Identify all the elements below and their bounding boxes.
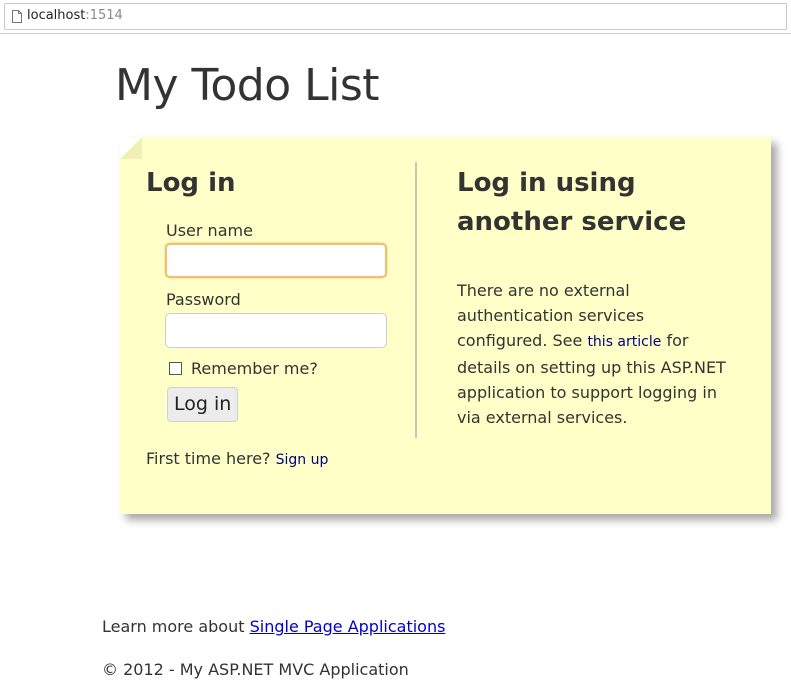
signup-link[interactable]: Sign up [276,452,329,468]
external-services-text: There are no external authentication ser… [457,278,737,430]
url-port: :1514 [85,8,123,23]
url-host: localhost [27,8,86,23]
section-divider [415,162,417,438]
external-login-heading: Log in using another service [457,168,687,237]
password-input[interactable] [165,313,387,348]
username-input[interactable] [165,243,387,278]
url-text: localhost:1514 [27,8,123,23]
this-article-link[interactable]: this article [587,334,661,350]
page-icon [12,10,22,23]
spa-link[interactable]: Single Page Applications [250,617,446,636]
password-label: Password [166,290,241,309]
signup-prompt: First time here? Sign up [146,449,328,468]
learn-more: Learn more about Single Page Application… [102,617,445,636]
login-button[interactable]: Log in [167,387,239,422]
remember-me-row[interactable]: Remember me? [169,359,318,378]
login-panel: Log in User name Password Remember me? L… [120,137,771,514]
remember-me-label: Remember me? [191,359,318,378]
copyright: © 2012 - My ASP.NET MVC Application [102,660,409,679]
browser-address-bar: localhost:1514 [0,0,791,34]
url-field[interactable]: localhost:1514 [4,3,787,30]
learn-more-text: Learn more about [102,617,250,636]
folded-corner [120,137,142,159]
first-time-text: First time here? [146,449,271,468]
login-heading: Log in [146,168,236,198]
remember-me-checkbox[interactable] [169,362,182,375]
page-title: My Todo List [115,60,380,111]
username-label: User name [166,221,253,240]
